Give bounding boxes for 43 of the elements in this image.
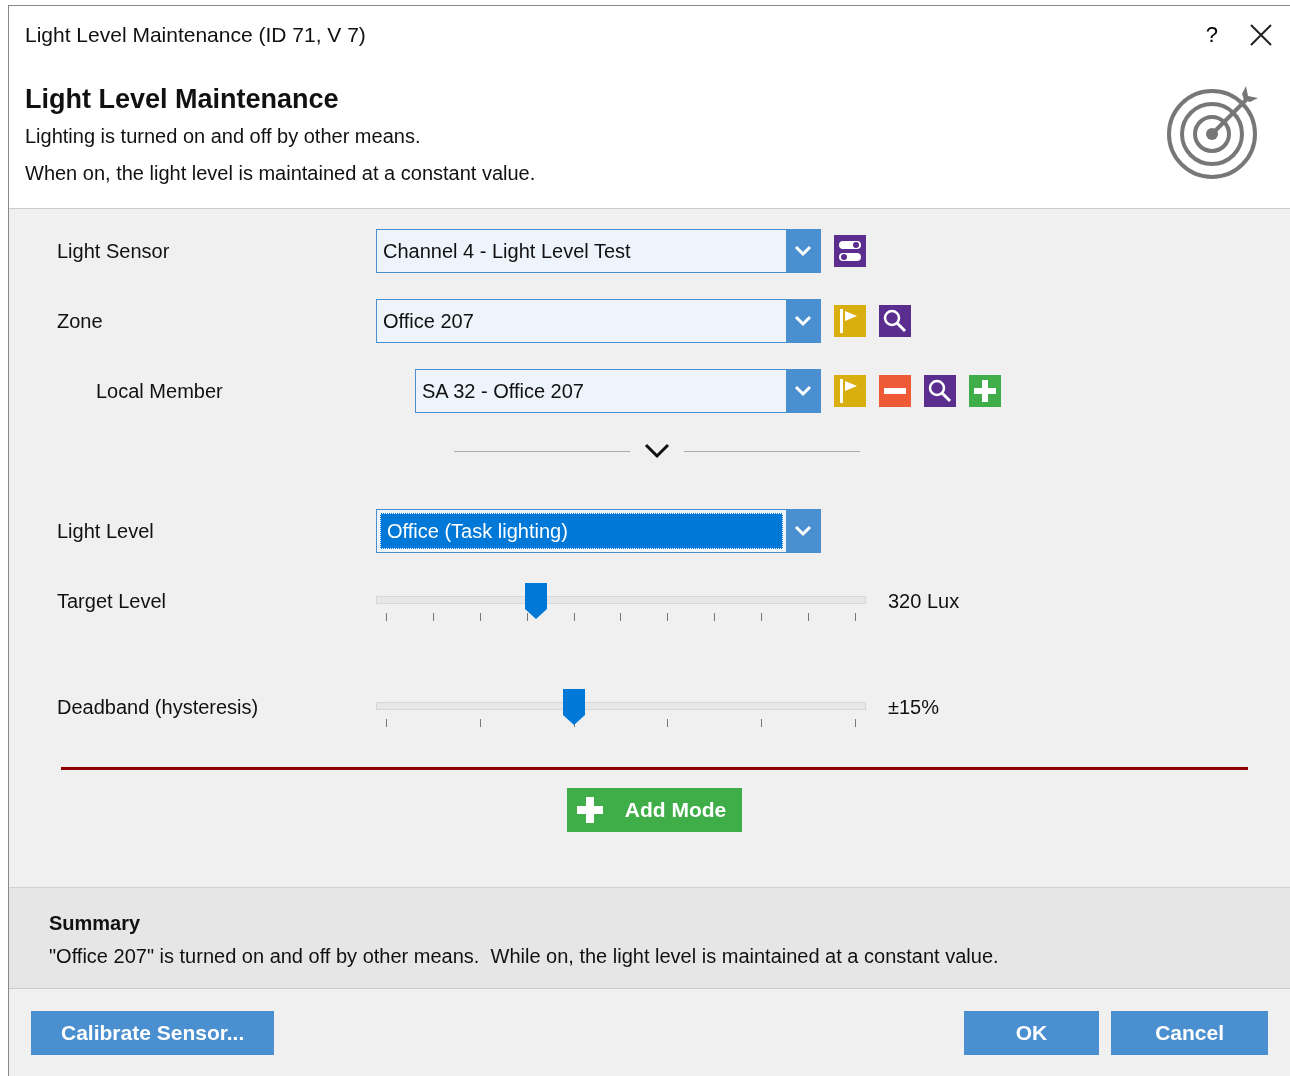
search-icon[interactable]: [924, 375, 956, 407]
plus-icon[interactable]: [969, 375, 1001, 407]
field-label: Deadband (hysteresis): [57, 695, 260, 719]
dialog-button[interactable]: OK: [963, 1010, 1100, 1055]
window-title: Light Level Maintenance (ID 71, V 7): [25, 23, 367, 47]
field-label: Light Level: [57, 519, 155, 543]
chevron-down-icon: [794, 525, 812, 537]
summary-heading: Summary: [49, 912, 142, 935]
dialog-heading: Light Level Maintenance: [25, 84, 340, 115]
chevron-down-icon: [794, 245, 812, 257]
slider-thumb[interactable]: [525, 583, 548, 619]
help-button[interactable]: ?: [1175, 22, 1248, 48]
field-label: Local Member: [95, 379, 224, 403]
minus-icon[interactable]: [879, 375, 911, 407]
field-label: Zone: [57, 309, 104, 333]
calibrate-sensor-button[interactable]: Calibrate Sensor...: [31, 1010, 275, 1055]
slider-thumb[interactable]: [563, 689, 585, 725]
dropdown[interactable]: Office 207: [376, 299, 821, 343]
flag-icon[interactable]: [834, 375, 866, 407]
dialog-button[interactable]: Cancel: [1111, 1010, 1268, 1055]
toggle-switches-icon[interactable]: [834, 235, 866, 267]
search-icon[interactable]: [879, 305, 911, 337]
dropdown[interactable]: Channel 4 - Light Level Test: [376, 229, 821, 273]
description-text: Lighting is turned on and off by other means.: [25, 125, 422, 148]
dropdown-value: Office 207: [382, 308, 475, 334]
chevron-down-icon: [794, 385, 812, 397]
dropdown-value: Office (Task lighting): [380, 513, 783, 549]
field-label: Target Level: [57, 589, 167, 613]
summary-text: "Office 207" is turned on and off by other means. While on, the light level is maintained at a constant value.: [49, 945, 1000, 968]
dropdown[interactable]: SA 32 - Office 207: [415, 369, 821, 413]
flag-icon[interactable]: [834, 305, 866, 337]
slider-value: 320 Lux: [887, 589, 960, 613]
close-button[interactable]: [1248, 22, 1274, 48]
chevron-down-icon: [794, 315, 812, 327]
dropdown-value: SA 32 - Office 207: [421, 378, 585, 404]
chevron-down-icon: [644, 443, 670, 459]
dropdown[interactable]: Office (Task lighting): [376, 509, 821, 553]
field-label: Light Sensor: [57, 239, 171, 263]
add-mode-button[interactable]: Add Mode: [566, 788, 743, 832]
slider-value: ±15%: [887, 695, 939, 719]
dropdown-value: Channel 4 - Light Level Test: [382, 238, 632, 264]
description-text: When on, the light level is maintained at a constant value.: [25, 162, 537, 185]
plus-icon: [576, 797, 603, 823]
